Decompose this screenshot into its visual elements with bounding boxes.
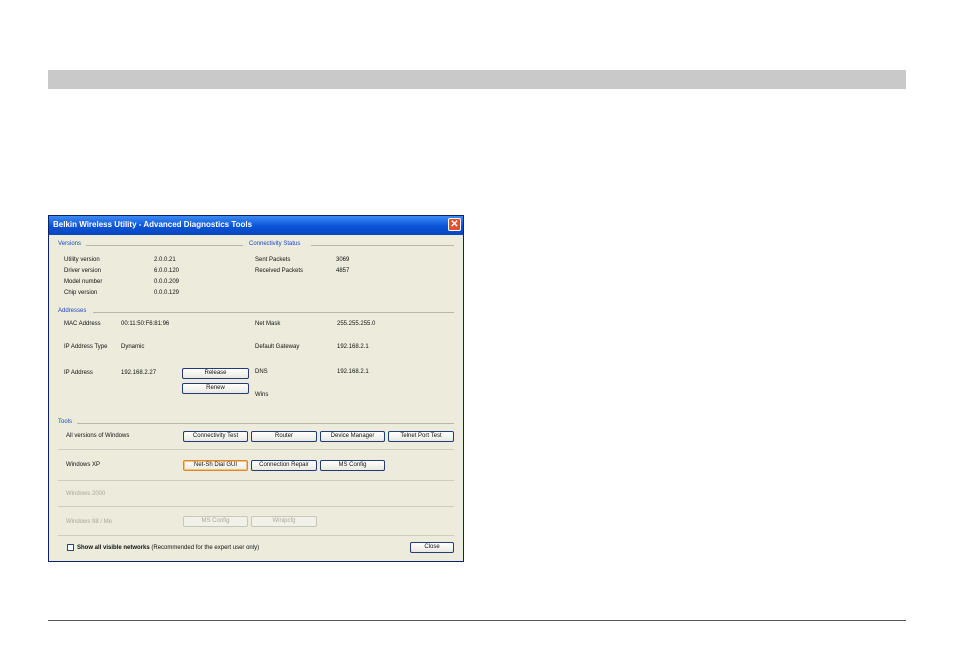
router-button[interactable]: Router: [251, 431, 317, 442]
versions-divider: [86, 245, 243, 246]
connectivity-test-button[interactable]: Connectivity Test: [183, 431, 248, 442]
default-gateway-value: 192.168.2.1: [337, 344, 369, 350]
close-icon[interactable]: ✕: [448, 218, 461, 231]
received-packets-label: Received Packets: [255, 268, 304, 274]
tools-separator-3: [58, 506, 454, 507]
ip-type-label: IP Address Type: [64, 344, 108, 350]
wins-label: Wins: [255, 392, 269, 398]
show-networks-note: (Recommended for the expert user only): [151, 545, 260, 551]
driver-version-value: 6.0.0.120: [154, 268, 180, 274]
addresses-divider: [93, 312, 454, 313]
connection-repair-button[interactable]: Connection Repair: [251, 460, 317, 471]
show-networks-checkbox[interactable]: [67, 544, 74, 551]
received-packets-value: 4857: [336, 268, 350, 274]
renew-button[interactable]: Renew: [182, 383, 249, 394]
page-header-bar: [48, 70, 906, 89]
release-button[interactable]: Release: [182, 368, 249, 379]
show-networks-label: Show all visible networks (Recommended f…: [77, 545, 259, 551]
show-networks-bold-text: Show all visible networks: [77, 545, 150, 551]
window-title: Belkin Wireless Utility - Advanced Diagn…: [53, 220, 253, 229]
utility-version-value: 2.0.0.21: [154, 257, 176, 263]
tools-separator-1: [58, 449, 454, 450]
versions-heading: Versions: [58, 241, 82, 247]
addresses-heading: Addresses: [58, 308, 87, 314]
ip-address-value: 192.168.2.27: [121, 370, 157, 376]
utility-version-label: Utility version: [64, 257, 100, 263]
winipcfg-button[interactable]: Winipcfg: [251, 516, 317, 527]
windows-98-me-label: Windows 98 / Me: [66, 519, 113, 525]
title-bar[interactable]: Belkin Wireless Utility - Advanced Diagn…: [49, 216, 463, 235]
mac-address-value: 00:11:50:F6:81:96: [121, 321, 170, 327]
page-footer-rule: [48, 620, 906, 621]
diagnostics-window: Belkin Wireless Utility - Advanced Diagn…: [48, 215, 464, 562]
sent-packets-label: Sent Packets: [255, 257, 291, 263]
tools-heading: Tools: [58, 419, 73, 425]
tools-divider: [77, 423, 454, 424]
all-windows-label: All versions of Windows: [66, 433, 130, 439]
ip-type-value: Dynamic: [121, 344, 145, 350]
model-number-value: 0.0.0.209: [154, 279, 180, 285]
ip-address-label: IP Address: [64, 370, 93, 376]
dns-value: 192.168.2.1: [337, 369, 369, 375]
w98-ms-config-button[interactable]: MS Config: [183, 516, 248, 527]
default-gateway-label: Default Gateway: [255, 344, 300, 350]
tools-separator-2: [58, 480, 454, 481]
mac-address-label: MAC Address: [64, 321, 101, 327]
connectivity-divider: [311, 245, 454, 246]
telnet-port-test-button[interactable]: Telnet Port Test: [388, 431, 454, 442]
connectivity-heading: Connectivity Status: [249, 241, 301, 247]
windows-xp-label: Windows XP: [66, 462, 101, 468]
driver-version-label: Driver version: [64, 268, 102, 274]
netsh-dial-gui-button[interactable]: Net-Sh Dial GUI: [183, 460, 248, 471]
chip-version-label: Chip version: [64, 290, 98, 296]
sent-packets-value: 3069: [336, 257, 350, 263]
net-mask-label: Net Mask: [255, 321, 281, 327]
dns-label: DNS: [255, 369, 268, 375]
net-mask-value: 255.255.255.0: [337, 321, 376, 327]
xp-ms-config-button[interactable]: MS Config: [320, 460, 385, 471]
close-button[interactable]: Close: [410, 542, 454, 553]
chip-version-value: 0.0.0.129: [154, 290, 180, 296]
device-manager-button[interactable]: Device Manager: [320, 431, 385, 442]
tools-separator-4: [58, 535, 454, 536]
windows-2000-label: Windows 2000: [66, 491, 106, 497]
model-number-label: Model number: [64, 279, 103, 285]
